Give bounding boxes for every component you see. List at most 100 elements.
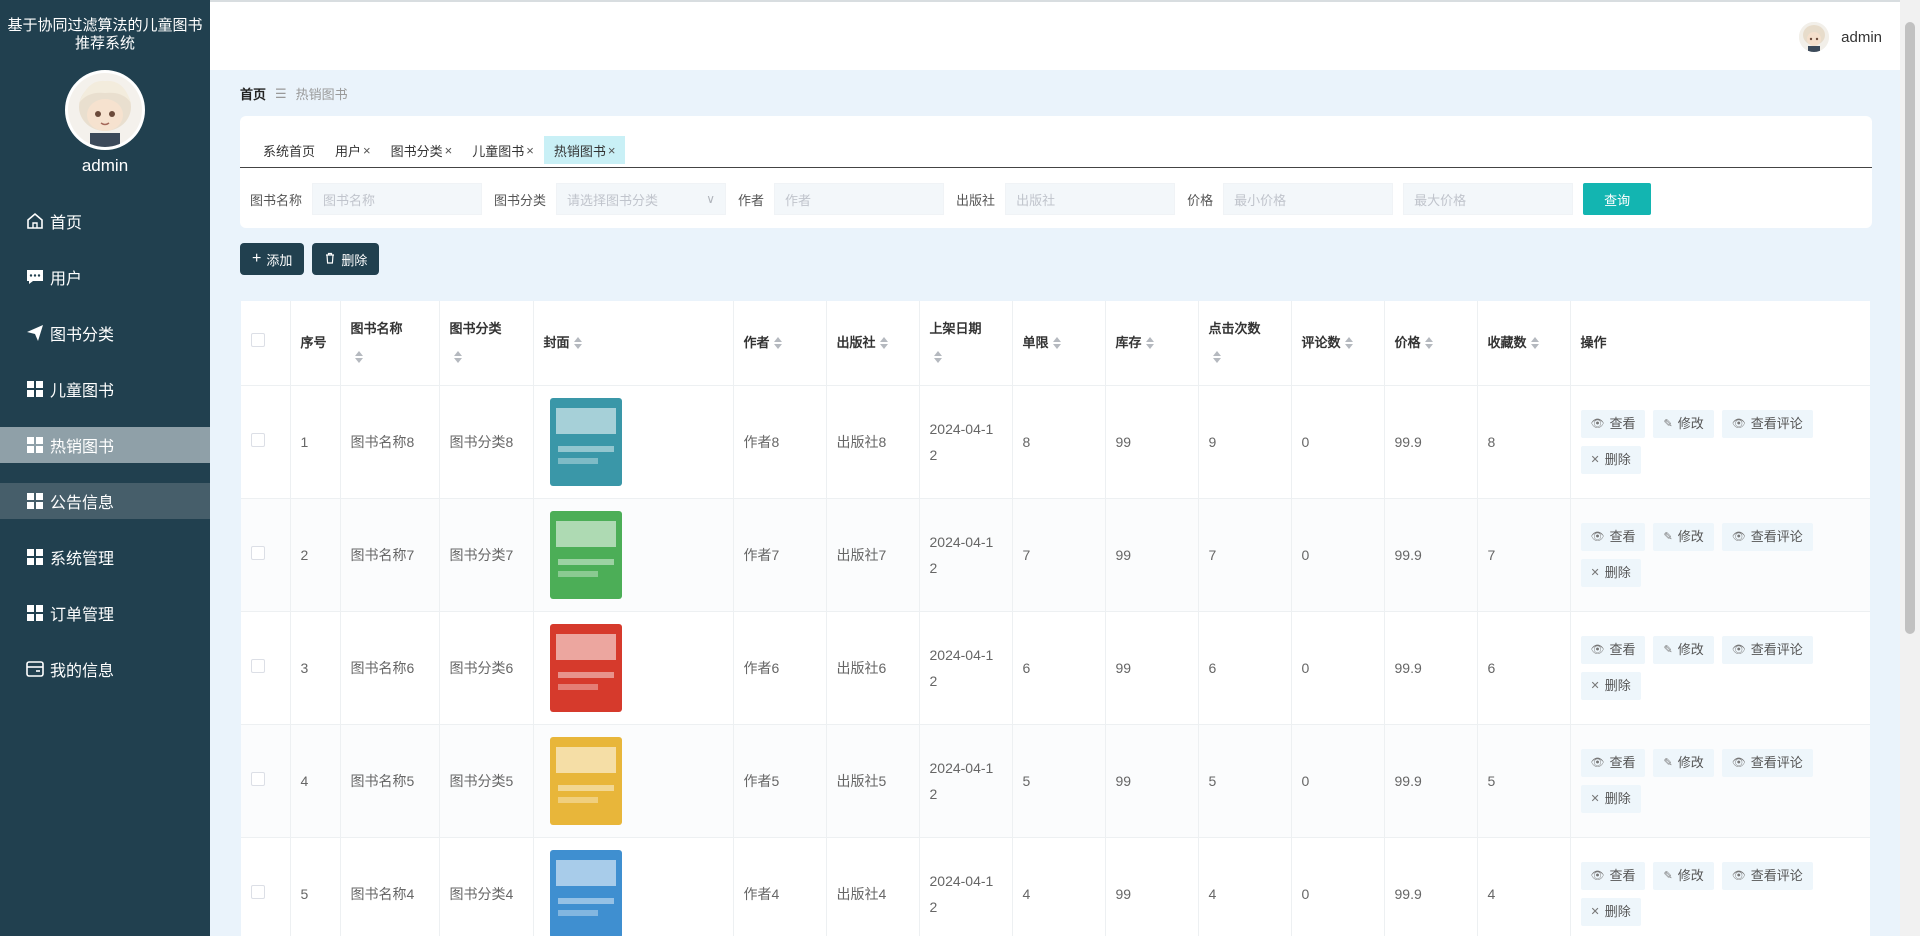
edit-button[interactable]: ✎ 修改 [1653, 748, 1714, 777]
book-category-select[interactable]: 请选择图书分类 ∨ [556, 183, 727, 215]
tab-system-home[interactable]: 系统首页 [253, 136, 325, 164]
chevron-down-icon: ∨ [706, 192, 716, 206]
row-checkbox[interactable] [251, 432, 265, 447]
sort-icon[interactable] [879, 337, 888, 350]
row-checkbox[interactable] [251, 884, 265, 899]
view-button[interactable]: 👁 查看 [1580, 409, 1646, 438]
date-value-cont: 2 [929, 672, 938, 689]
view-comments-button[interactable]: 👁 查看评论 [1721, 522, 1813, 551]
sidebar-item-users[interactable]: 用户 [0, 259, 210, 295]
edit-button[interactable]: ✎ 修改 [1653, 522, 1714, 551]
sidebar-item-announcements[interactable]: 公告信息 [0, 483, 210, 519]
view-button[interactable]: 👁 查看 [1580, 748, 1646, 777]
sort-icon[interactable] [1530, 337, 1539, 350]
view-comments-button[interactable]: 👁 查看评论 [1721, 635, 1813, 664]
tab-hot-books[interactable]: 热销图书 × [543, 136, 626, 164]
col-header[interactable]: 收藏数 [1477, 301, 1571, 386]
sidebar-item-hot-books[interactable]: 热销图书 [0, 427, 210, 463]
page-scrollbar[interactable] [1900, 0, 1920, 936]
cell-limit: 7 [1012, 498, 1106, 612]
delete-row-button[interactable]: ✕ 删除 [1580, 897, 1641, 926]
col-header[interactable]: 上架日期 [919, 301, 1013, 386]
row-checkbox[interactable] [251, 545, 265, 560]
col-header[interactable]: 价格 [1384, 301, 1478, 386]
sidebar-item-label: 订单管理 [50, 607, 115, 624]
view-label: 查看 [1609, 415, 1636, 431]
sort-icon[interactable] [1052, 337, 1061, 350]
col-header[interactable]: 库存 [1105, 301, 1199, 386]
delete-row-button[interactable]: ✕ 删除 [1580, 445, 1641, 474]
date-value: 2024-04-1 [929, 533, 994, 550]
view-button[interactable]: 👁 查看 [1580, 861, 1646, 890]
tab-book-category[interactable]: 图书分类 × [381, 136, 463, 164]
sort-icon[interactable] [1145, 337, 1154, 350]
author-input[interactable]: 作者 [774, 183, 945, 215]
delete-row-button[interactable]: ✕ 删除 [1580, 784, 1641, 813]
sidebar-item-orders[interactable]: 订单管理 [0, 595, 210, 631]
col-header[interactable]: 封面 [533, 301, 734, 386]
sidebar-item-book-category[interactable]: 图书分类 [0, 315, 210, 351]
edit-button[interactable]: ✎ 修改 [1653, 409, 1714, 438]
select-all-checkbox[interactable] [251, 332, 265, 347]
view-button[interactable]: 👁 查看 [1580, 522, 1646, 551]
placeholder: 最大价格 [1414, 192, 1467, 208]
close-icon[interactable]: × [363, 143, 371, 158]
col-header[interactable]: 单限 [1012, 301, 1106, 386]
sidebar-item-home[interactable]: 首页 [0, 203, 210, 239]
tab-users[interactable]: 用户 × [325, 136, 381, 164]
query-button[interactable]: 查询 [1583, 183, 1652, 215]
sort-icon[interactable] [573, 337, 582, 350]
edit-button[interactable]: ✎ 修改 [1653, 861, 1714, 890]
view-comments-button[interactable]: 👁 查看评论 [1721, 409, 1813, 438]
breadcrumb-home[interactable]: 首页 [240, 84, 266, 103]
tab-children-books[interactable]: 儿童图书 × [462, 136, 544, 164]
edit-button[interactable]: ✎ 修改 [1653, 635, 1714, 664]
row-checkbox[interactable] [251, 658, 265, 673]
close-icon[interactable]: × [526, 143, 534, 158]
col-header[interactable]: 评论数 [1291, 301, 1385, 386]
sort-icon[interactable] [1424, 337, 1433, 350]
delete-row-button[interactable]: ✕ 删除 [1580, 671, 1641, 700]
col-header[interactable]: 出版社 [826, 301, 920, 386]
col-header[interactable]: 点击次数 [1198, 301, 1292, 386]
view-button[interactable]: 👁 查看 [1580, 635, 1646, 664]
delete-button[interactable]: 删除 [312, 243, 380, 275]
sort-icon[interactable] [1212, 351, 1221, 364]
sort-icon[interactable] [773, 337, 782, 350]
book-name-input[interactable]: 图书名称 [312, 183, 483, 215]
close-icon[interactable]: × [608, 143, 616, 158]
col-header[interactable]: 作者 [733, 301, 827, 386]
user-menu[interactable]: admin [1799, 22, 1882, 52]
cell-favorites: 8 [1477, 385, 1571, 499]
sort-icon[interactable] [453, 351, 462, 364]
sidebar-item-children-books[interactable]: 儿童图书 [0, 371, 210, 407]
cell-publisher: 出版社6 [826, 611, 920, 725]
delete-row-button[interactable]: ✕ 删除 [1580, 558, 1641, 587]
sidebar-item-system[interactable]: 系统管理 [0, 539, 210, 575]
cell-cover [533, 385, 734, 499]
view-comments-button[interactable]: 👁 查看评论 [1721, 748, 1813, 777]
max-price-input[interactable]: 最大价格 [1403, 183, 1574, 215]
delete-row-label: 删除 [1604, 451, 1631, 467]
cell-index: 2 [290, 498, 341, 612]
add-button[interactable]: + 添加 [240, 243, 305, 275]
sidebar-item-my-info[interactable]: 我的信息 [0, 651, 210, 687]
sort-icon[interactable] [1344, 337, 1353, 350]
sort-icon[interactable] [933, 351, 942, 364]
row-checkbox[interactable] [251, 771, 265, 786]
view-comments-button[interactable]: 👁 查看评论 [1721, 861, 1813, 890]
min-price-input[interactable]: 最小价格 [1223, 183, 1394, 215]
publisher-input[interactable]: 出版社 [1005, 183, 1176, 215]
sort-icon[interactable] [354, 351, 363, 364]
clicks-value: 4 [1208, 885, 1217, 902]
category-value: 图书分类6 [449, 659, 514, 676]
cell-author: 作者6 [733, 611, 827, 725]
sidebar-item-label: 首页 [50, 215, 83, 232]
eye-icon: 👁 [1731, 417, 1746, 430]
select-all-cell [241, 301, 291, 386]
close-icon[interactable]: × [445, 143, 453, 158]
col-header[interactable]: 图书分类 [439, 301, 534, 386]
cell-author: 作者5 [733, 724, 827, 838]
col-header[interactable]: 图书名称 [340, 301, 440, 386]
scrollbar-thumb[interactable] [1905, 22, 1915, 634]
